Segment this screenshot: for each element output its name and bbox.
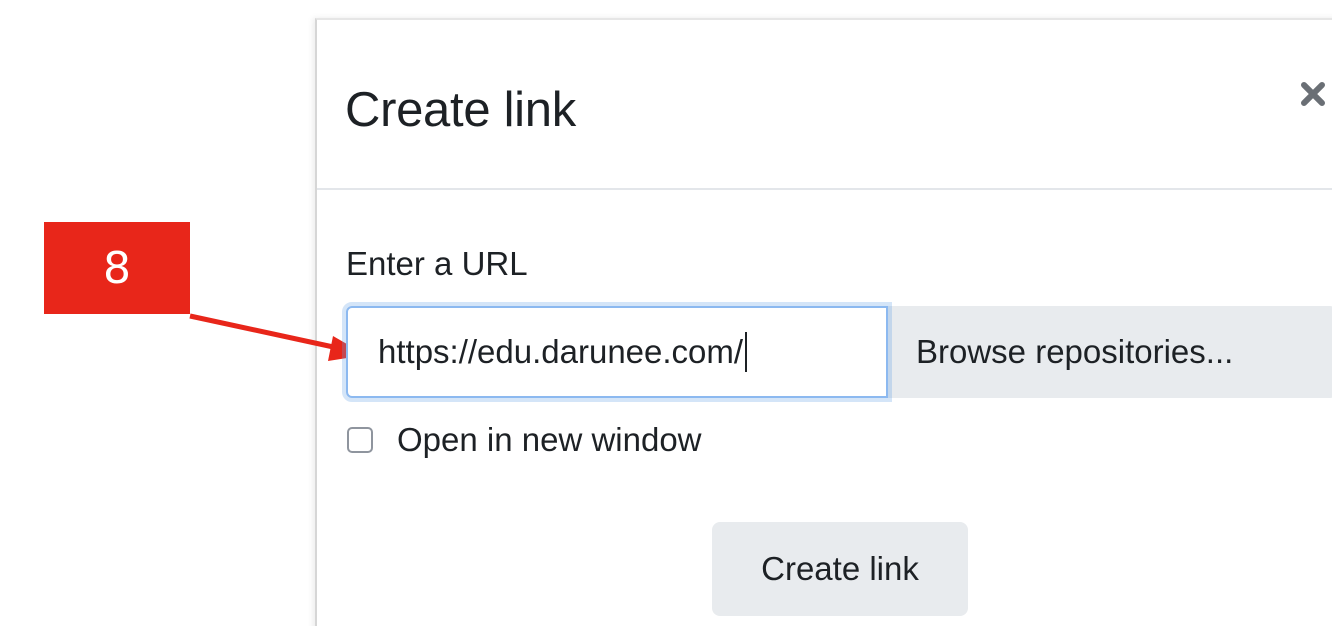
open-in-new-window-row: Open in new window: [347, 420, 702, 460]
text-caret: [745, 332, 748, 372]
close-button[interactable]: [1293, 72, 1332, 116]
open-in-new-window-label[interactable]: Open in new window: [397, 420, 702, 460]
browse-repositories-button[interactable]: Browse repositories...: [888, 306, 1332, 398]
url-input[interactable]: https://edu.darunee.com/: [342, 302, 892, 402]
dialog-title: Create link: [345, 83, 576, 137]
close-icon: [1301, 82, 1325, 106]
url-input-value: https://edu.darunee.com/: [378, 333, 744, 370]
url-label: Enter a URL: [346, 245, 528, 282]
create-link-button[interactable]: Create link: [712, 522, 968, 616]
create-link-dialog: Create link Enter a URL https://edu.daru…: [315, 18, 1332, 626]
step-callout-badge: 8: [44, 222, 190, 314]
dialog-header: Create link: [317, 20, 1332, 190]
open-in-new-window-checkbox[interactable]: [347, 427, 373, 453]
url-input-group: https://edu.darunee.com/ Browse reposito…: [342, 302, 1332, 402]
page: Create link Enter a URL https://edu.daru…: [0, 0, 1332, 626]
step-number: 8: [103, 242, 131, 294]
